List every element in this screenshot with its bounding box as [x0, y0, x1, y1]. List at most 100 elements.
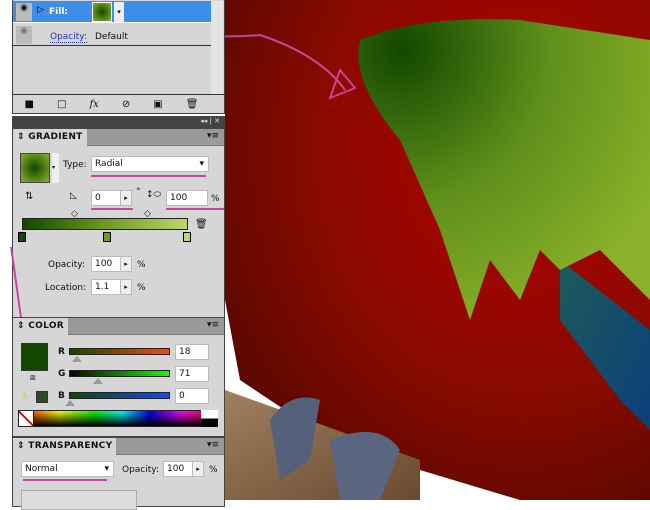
- b-value: 0: [179, 391, 185, 401]
- fx-icon[interactable]: fx: [89, 99, 98, 110]
- opacity-stepper[interactable]: ▸: [120, 256, 132, 272]
- white-black-swatch[interactable]: [201, 410, 218, 427]
- g-slider[interactable]: [69, 370, 170, 377]
- r-slider[interactable]: [69, 348, 170, 355]
- annotation-underline: [166, 208, 224, 210]
- swatch-dropdown-icon[interactable]: ▾: [52, 153, 59, 183]
- percent-label: %: [209, 465, 218, 475]
- clear-icon[interactable]: ⊘: [122, 99, 130, 110]
- degree-symbol: °: [136, 187, 141, 197]
- panel-menu-icon[interactable]: ▾≡: [207, 320, 219, 330]
- b-slider-thumb[interactable]: [65, 400, 75, 406]
- aspect-ratio-icon: ↕⬭: [146, 190, 162, 200]
- visibility-eye-icon[interactable]: ◉: [16, 3, 32, 21]
- tab-color[interactable]: ⇕ COLOR: [13, 318, 69, 335]
- opacity-value: Default: [95, 32, 128, 42]
- percent-label: %: [137, 260, 146, 270]
- opacity-label: Opacity:: [122, 465, 159, 475]
- gradient-stop[interactable]: [183, 232, 191, 242]
- tab-bar: ⇕ GRADIENT ▾≡: [13, 129, 224, 146]
- aspect-value: 100: [170, 193, 188, 203]
- r-input[interactable]: 18: [175, 344, 209, 360]
- g-value: 71: [179, 369, 191, 379]
- panel-menu-icon[interactable]: ▾≡: [207, 131, 219, 141]
- transparency-panel: ⇕ TRANSPARENCY ▾≡ Normal ▾ Opacity: 100 ▸…: [12, 437, 225, 510]
- b-input[interactable]: 0: [175, 388, 209, 404]
- annotation-underline: [91, 175, 206, 177]
- r-slider-thumb[interactable]: [72, 356, 82, 362]
- aspect-ratio-input[interactable]: 100: [166, 190, 208, 206]
- duplicate-icon[interactable]: ▣: [153, 99, 162, 110]
- tab-bar: ⇕ COLOR ▾≡: [13, 318, 224, 335]
- g-input[interactable]: 71: [175, 366, 209, 382]
- opacity-link[interactable]: Opacity:: [50, 32, 87, 43]
- location-label: Location:: [45, 283, 87, 293]
- spectrum-bar[interactable]: [18, 410, 218, 427]
- scrollbar[interactable]: [211, 1, 223, 94]
- location-input[interactable]: 1.1: [91, 279, 121, 295]
- gradient-preview-swatch[interactable]: [20, 153, 50, 183]
- blend-mode-select[interactable]: Normal ▾: [21, 461, 114, 477]
- fill-color-swatch[interactable]: [21, 343, 48, 371]
- percent-label: %: [137, 283, 146, 293]
- angle-input[interactable]: 0: [91, 190, 121, 206]
- tab-label: GRADIENT: [28, 132, 83, 142]
- delete-stop-icon[interactable]: 🗑: [195, 219, 208, 230]
- blend-mode-value: Normal: [25, 464, 58, 474]
- angle-stepper[interactable]: ▸: [120, 190, 132, 206]
- fill-swatch[interactable]: [92, 2, 112, 22]
- panel-titlebar[interactable]: ◂◂ | ✕: [13, 117, 224, 129]
- type-select[interactable]: Radial ▾: [91, 156, 209, 172]
- square-icon[interactable]: □: [57, 99, 66, 110]
- tab-label: TRANSPARENCY: [28, 441, 113, 451]
- tab-gradient[interactable]: ⇕ GRADIENT: [13, 129, 87, 146]
- percent-label: %: [211, 194, 220, 204]
- panel-toolbar: ■ □ fx ⊘ ▣ 🗑: [13, 94, 224, 114]
- r-value: 18: [179, 347, 191, 357]
- none-swatch-icon[interactable]: [18, 410, 34, 427]
- gradient-stop[interactable]: [103, 232, 111, 242]
- panel-menu-icon[interactable]: ▾≡: [207, 440, 219, 450]
- opacity-value: 100: [167, 464, 185, 474]
- fill-dropdown-icon[interactable]: ▾: [114, 2, 124, 22]
- gradient-slider[interactable]: [22, 218, 188, 230]
- b-label: B: [58, 391, 65, 401]
- color-panel: ⇕ COLOR ▾≡ ⧈ ⚠ R 18 G 71 B 0: [12, 317, 225, 437]
- divider: [13, 45, 211, 46]
- tab-transparency[interactable]: ⇕ TRANSPARENCY: [13, 438, 117, 455]
- opacity-input[interactable]: 100: [163, 461, 193, 477]
- annotation-underline: [23, 479, 107, 481]
- gradient-stop[interactable]: [18, 232, 26, 242]
- appearance-panel: ◉ ▷ Fill: ▾ ◉ Opacity: Default ■ □ fx ⊘ …: [12, 0, 225, 114]
- trash-icon[interactable]: 🗑: [186, 99, 199, 110]
- reverse-gradient-icon[interactable]: ⇅: [25, 191, 33, 202]
- gamut-swatch[interactable]: [36, 391, 48, 403]
- r-label: R: [58, 347, 65, 357]
- gradient-panel: ◂◂ | ✕ ⇕ GRADIENT ▾≡ ▾ Type: Radial ▾ ⇅ ◺…: [10, 116, 225, 318]
- tab-label: COLOR: [28, 321, 65, 331]
- new-art-icon[interactable]: ■: [25, 99, 34, 110]
- opacity-stepper[interactable]: ▸: [192, 461, 204, 477]
- annotation-underline: [91, 208, 133, 210]
- angle-icon: ◺: [70, 191, 77, 201]
- location-value: 1.1: [95, 282, 110, 292]
- stop-opacity-input[interactable]: 100: [91, 256, 121, 272]
- g-label: G: [58, 369, 66, 379]
- angle-value: 0: [95, 193, 101, 203]
- location-stepper[interactable]: ▸: [120, 279, 132, 295]
- visibility-eye-icon[interactable]: ◉: [16, 26, 32, 44]
- type-label: Type:: [63, 160, 87, 170]
- gamut-warning-icon[interactable]: ⚠: [20, 391, 28, 401]
- chevron-down-icon: ▾: [104, 464, 109, 474]
- annotation-line: [10, 247, 22, 317]
- out-of-web-icon[interactable]: ⧈: [30, 373, 36, 383]
- tab-bar: ⇕ TRANSPARENCY ▾≡: [13, 438, 224, 455]
- expand-triangle-icon[interactable]: ▷: [37, 5, 44, 15]
- stop-opacity-value: 100: [95, 259, 113, 269]
- g-slider-thumb[interactable]: [93, 378, 103, 384]
- fill-label: Fill:: [49, 7, 69, 17]
- stop-opacity-label: Opacity:: [48, 260, 85, 270]
- thumbnail-box: [21, 490, 137, 510]
- b-slider[interactable]: [69, 392, 170, 399]
- chevron-down-icon: ▾: [199, 159, 204, 169]
